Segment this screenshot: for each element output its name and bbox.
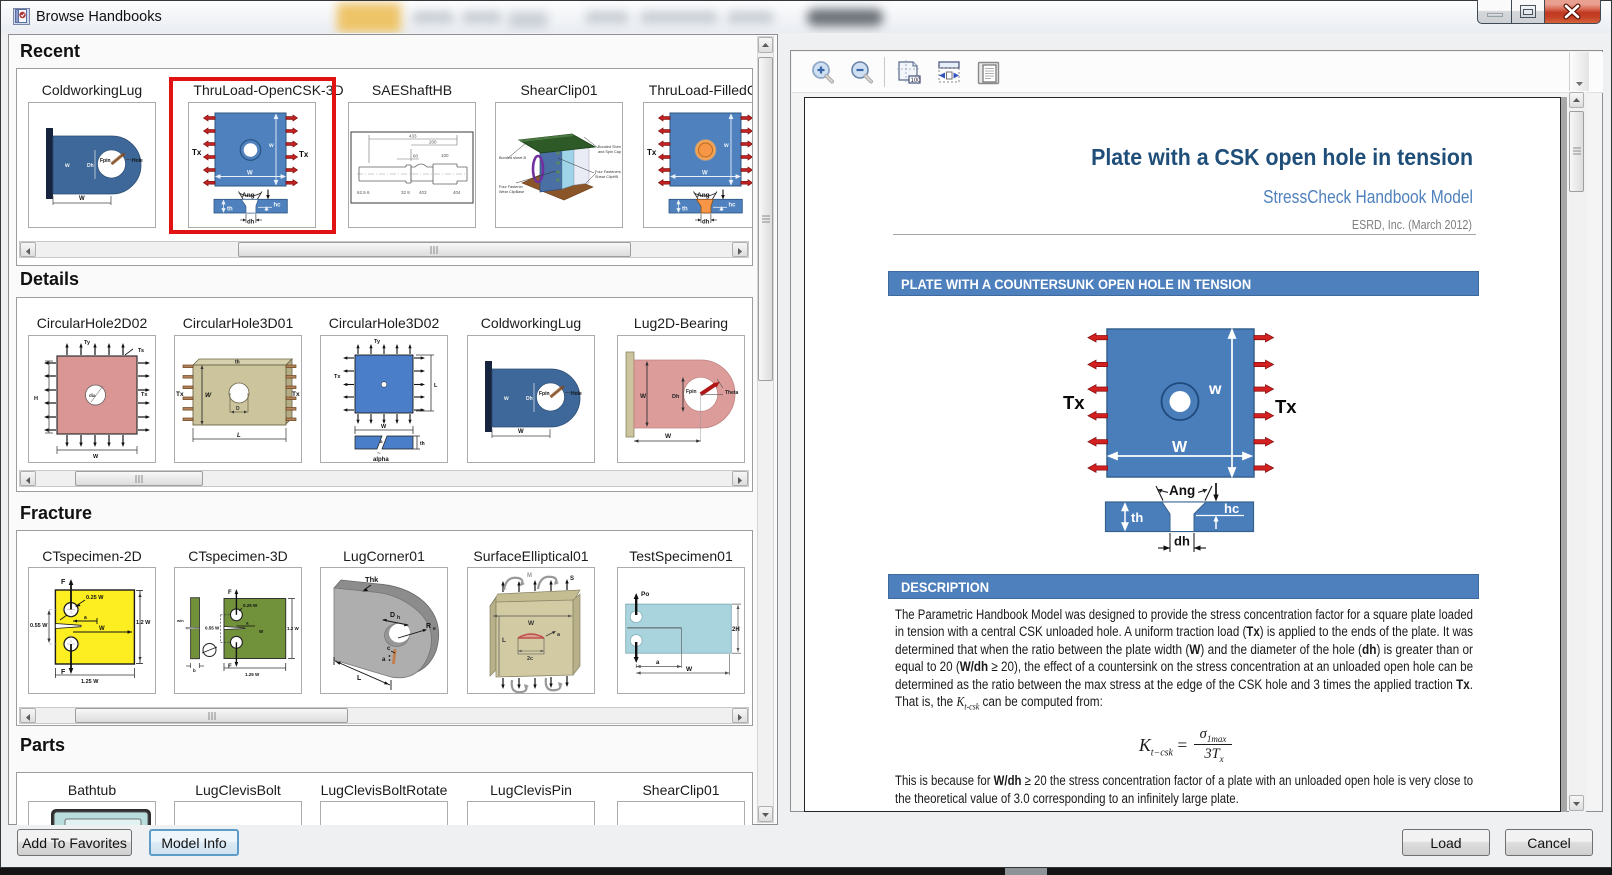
svg-text:th: th [1131,510,1143,525]
svg-text:60: 60 [413,154,419,159]
svg-text:b: b [193,668,196,673]
svg-text:L: L [237,433,241,439]
svg-text:Thk: Thk [365,575,379,584]
svg-text:D: D [236,406,240,412]
svg-text:0.25 W: 0.25 W [86,595,104,601]
svg-text:L: L [357,675,362,682]
svg-text:L: L [434,383,438,389]
svg-text:Ty: Ty [84,340,91,346]
svg-text:Wear ClipBase: Wear ClipBase [499,190,524,194]
svg-text:H: H [34,396,38,402]
svg-text:Ang: Ang [1169,483,1195,498]
svg-text:W: W [665,433,672,440]
svg-text:1.25 W: 1.25 W [245,672,260,677]
svg-text:W: W [528,620,535,627]
svg-text:Four Fastener: Four Fastener [499,185,524,189]
svg-text:W: W [686,666,693,673]
svg-text:Tx: Tx [1275,396,1297,417]
svg-text:D: D [390,612,395,619]
svg-text:0.55 W: 0.55 W [205,626,220,631]
svg-text:L: L [502,637,506,644]
svg-text:Bonded sheet B: Bonded sheet B [499,156,526,160]
svg-text:W: W [640,393,647,400]
svg-text:F: F [61,579,66,586]
svg-text:dh: dh [1174,534,1190,549]
svg-text:a: a [656,660,660,666]
svg-text:0.25 W: 0.25 W [243,603,258,608]
svg-text:a: a [84,615,87,621]
svg-text:62.5 6: 62.5 6 [357,190,370,195]
svg-text:W: W [99,626,105,632]
svg-text:S: S [570,576,574,582]
svg-text:F: F [228,664,232,670]
svg-text:e: e [433,626,436,632]
svg-text:W: W [1172,439,1188,456]
svg-text:a: a [380,439,383,444]
svg-text:W: W [205,392,212,399]
svg-text:Tx: Tx [1063,392,1085,413]
svg-text:F: F [228,590,232,596]
svg-text:h: h [397,615,400,621]
svg-text:Tx: Tx [176,391,184,398]
svg-text:0.55 W: 0.55 W [30,623,48,629]
svg-text:2H: 2H [732,627,740,633]
svg-text:Tx: Tx [292,391,300,398]
svg-text:Fpin: Fpin [686,389,697,395]
svg-text:W: W [381,424,387,430]
svg-text:Theta: Theta [725,390,739,396]
svg-text:and Spin Cap: and Spin Cap [598,150,621,154]
svg-text:1.25 W: 1.25 W [81,679,99,685]
svg-text:w: w [1208,381,1222,398]
svg-text:Dh: Dh [672,394,680,400]
svg-text:R: R [426,623,431,630]
svg-text:403: 403 [419,190,427,195]
svg-text:Tx: Tx [141,392,148,398]
svg-text:Po: Po [641,591,649,598]
svg-text:Four Fasteners: Four Fasteners [595,170,621,174]
svg-text:hc: hc [1224,501,1239,516]
svg-text:w/n: w/n [176,618,184,623]
svg-text:alpha: alpha [373,457,389,462]
svg-text:Ts: Ts [138,348,144,354]
svg-text:dia: dia [89,393,96,398]
svg-text:th: th [420,441,425,447]
svg-text:1.2 W: 1.2 W [136,620,151,626]
svg-text:Ty: Ty [374,339,381,345]
svg-text:M: M [527,573,532,579]
svg-text:1.2 W: 1.2 W [287,626,300,631]
svg-text:200: 200 [429,140,437,145]
svg-text:2c: 2c [527,656,533,662]
svg-text:Shear ClipHB: Shear ClipHB [595,175,618,179]
svg-text:W: W [93,454,99,460]
svg-text:Tx: Tx [334,374,341,380]
svg-text:th: th [235,360,240,366]
svg-text:100: 100 [441,153,449,158]
svg-text:433: 433 [409,134,417,139]
svg-text:404: 404 [453,190,461,195]
svg-text:32 8: 32 8 [401,190,410,195]
svg-text:Bonded Shim: Bonded Shim [598,145,621,149]
svg-text:100: 100 [911,78,922,84]
